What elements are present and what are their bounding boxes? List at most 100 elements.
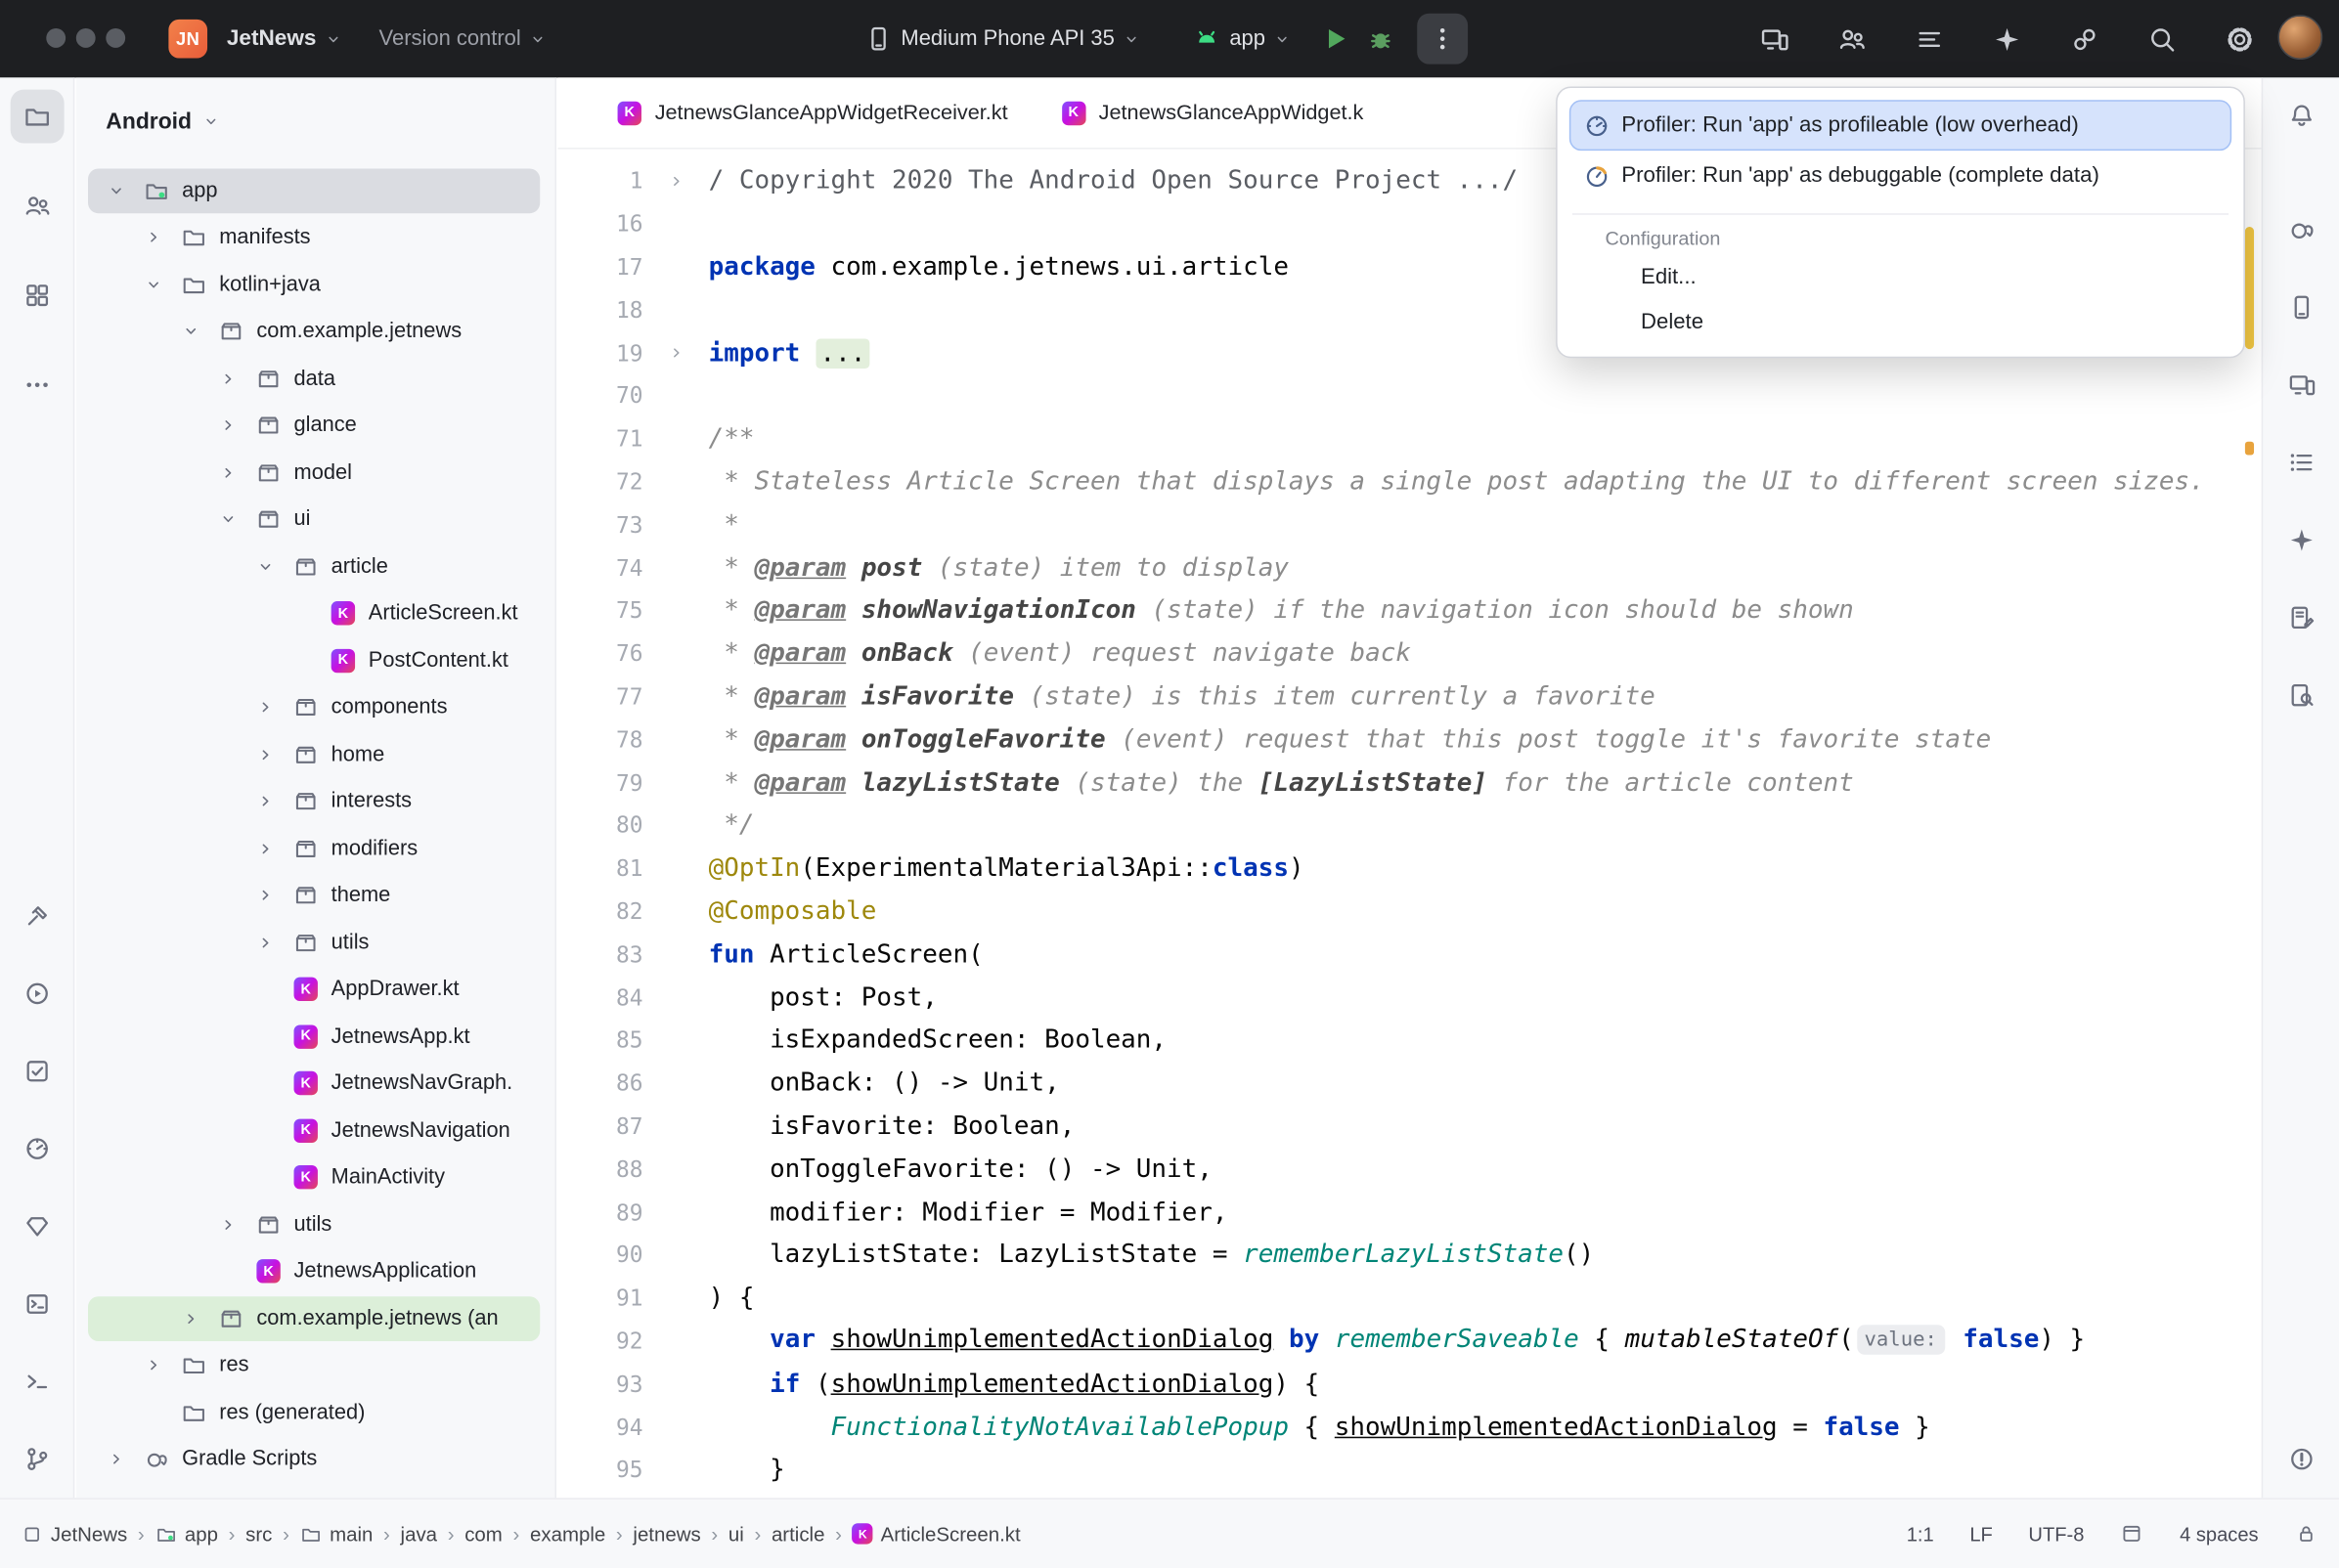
tool-window-app-insights-button[interactable] [2274, 669, 2328, 722]
tool-window-device-manager-button[interactable] [2274, 281, 2328, 334]
tree-row[interactable]: KMainActivity [76, 1154, 555, 1200]
editor-widget-icon[interactable] [2120, 1522, 2143, 1546]
window-close-button[interactable] [46, 28, 66, 48]
tool-window-gradle-button[interactable] [2274, 203, 2328, 257]
lock-icon[interactable] [2294, 1522, 2317, 1546]
tool-window-app-inspection-button[interactable] [11, 967, 65, 1021]
line-separator[interactable]: LF [1969, 1522, 1992, 1545]
code-with-me-button[interactable] [1829, 14, 1874, 65]
tree-row[interactable]: theme [76, 872, 555, 919]
main-menu-button[interactable] [1907, 14, 1952, 65]
tool-window-terminal-button[interactable] [11, 1355, 65, 1409]
caret-position[interactable]: 1:1 [1907, 1522, 1934, 1545]
fold-arrow-icon[interactable] [642, 171, 708, 191]
tree-row[interactable]: utils [76, 1201, 555, 1248]
tree-row[interactable]: res (generated) [76, 1389, 555, 1436]
chevron-right-icon[interactable] [103, 1449, 129, 1469]
project-menu-button[interactable]: JetNews [221, 15, 349, 63]
tool-window-more-tool-windows-button[interactable] [11, 358, 65, 412]
tree-row[interactable]: res [76, 1342, 555, 1389]
tree-row[interactable]: KAppDrawer.kt [76, 966, 555, 1013]
tool-window-logcat-button[interactable] [11, 1277, 65, 1330]
tool-window-running-devices-button[interactable] [2274, 358, 2328, 412]
tool-window-project-button[interactable] [11, 90, 65, 144]
tree-row[interactable]: KJetnewsApp.kt [76, 1013, 555, 1060]
tree-row[interactable]: KJetnewsApplication [76, 1248, 555, 1295]
indent-style[interactable]: 4 spaces [2180, 1522, 2259, 1545]
tool-window-todo-button[interactable] [11, 1044, 65, 1098]
tool-window-structure-button[interactable] [2274, 436, 2328, 490]
debug-button[interactable] [1358, 14, 1403, 65]
chevron-right-icon[interactable] [215, 415, 242, 436]
tool-window-version-control-button[interactable] [11, 1432, 65, 1486]
tree-row[interactable]: components [76, 684, 555, 731]
tool-window-resource-manager-button[interactable] [11, 269, 65, 323]
breadcrumb-item[interactable]: app [154, 1522, 218, 1545]
chevron-down-icon[interactable] [252, 556, 279, 577]
file-encoding[interactable]: UTF-8 [2028, 1522, 2084, 1545]
tree-row[interactable]: com.example.jetnews [76, 308, 555, 355]
breadcrumb-item[interactable]: ui [728, 1522, 744, 1545]
popup-action-delete[interactable]: Delete [1569, 300, 2231, 345]
running-devices-button[interactable] [1751, 14, 1796, 65]
tree-row[interactable]: utils [76, 919, 555, 966]
tree-row[interactable]: interests [76, 778, 555, 825]
tree-row[interactable]: modifiers [76, 825, 555, 872]
fold-arrow-icon[interactable] [642, 343, 708, 363]
chevron-down-icon[interactable] [140, 274, 166, 294]
tree-row[interactable]: glance [76, 402, 555, 449]
breadcrumb-item[interactable]: KArticleScreen.kt [853, 1522, 1021, 1545]
chevron-right-icon[interactable] [215, 369, 242, 389]
breadcrumb-item[interactable]: article [772, 1522, 825, 1545]
tool-window-gemini-button[interactable] [2274, 513, 2328, 567]
chevron-right-icon[interactable] [215, 462, 242, 483]
device-selector-button[interactable]: Medium Phone API 35 [858, 15, 1147, 63]
tool-window-build-button[interactable] [11, 890, 65, 943]
chevron-right-icon[interactable] [252, 885, 279, 905]
chevron-right-icon[interactable] [215, 1214, 242, 1235]
breadcrumb-item[interactable]: example [530, 1522, 605, 1545]
scrollbar-warning-tick[interactable] [2245, 442, 2254, 456]
chevron-right-icon[interactable] [252, 744, 279, 764]
tool-window-problems-button[interactable] [2274, 1432, 2328, 1486]
tool-window-app-quality-insights-button[interactable] [11, 1199, 65, 1253]
tree-row[interactable]: kotlin+java [76, 261, 555, 308]
scrollbar-warning-stripe[interactable] [2245, 227, 2254, 349]
breadcrumb-item[interactable]: java [401, 1522, 437, 1545]
popup-action-edit[interactable]: Edit... [1569, 255, 2231, 300]
tree-row[interactable]: home [76, 731, 555, 778]
tree-row[interactable]: app [76, 167, 555, 214]
chevron-right-icon[interactable] [252, 932, 279, 952]
tree-row[interactable]: data [76, 355, 555, 402]
chevron-right-icon[interactable] [252, 697, 279, 718]
tool-window-layout-inspector-button[interactable] [2274, 590, 2328, 644]
editor-tab[interactable]: KJetnewsGlanceAppWidgetReceiver.kt [591, 77, 1035, 149]
chevron-down-icon[interactable] [215, 509, 242, 530]
tree-row[interactable]: KJetnewsNavGraph. [76, 1060, 555, 1107]
tree-row[interactable]: KJetnewsNavigation [76, 1107, 555, 1154]
tree-row[interactable]: KPostContent.kt [76, 637, 555, 684]
popup-item-profiler-debuggable[interactable]: Profiler: Run 'app' as debuggable (compl… [1569, 151, 2231, 201]
tool-window-profiler-button[interactable] [11, 1122, 65, 1176]
share-button[interactable] [2061, 14, 2106, 65]
tree-row[interactable]: model [76, 449, 555, 496]
breadcrumb-item[interactable]: main [300, 1522, 374, 1545]
tree-row[interactable]: article [76, 544, 555, 590]
search-everywhere-button[interactable] [2140, 14, 2185, 65]
tool-window-notifications-button[interactable] [2274, 90, 2328, 144]
chevron-right-icon[interactable] [178, 1308, 204, 1328]
project-view-selector[interactable]: Android [76, 77, 555, 164]
chevron-right-icon[interactable] [140, 1355, 166, 1375]
window-minimize-button[interactable] [76, 28, 96, 48]
popup-item-profiler-low-overhead[interactable]: Profiler: Run 'app' as profileable (low … [1569, 100, 2231, 151]
user-avatar[interactable] [2277, 15, 2322, 60]
tree-row[interactable]: manifests [76, 214, 555, 261]
chevron-down-icon[interactable] [178, 322, 204, 342]
breadcrumb-item[interactable]: jetnews [633, 1522, 700, 1545]
run-button[interactable] [1313, 14, 1358, 65]
breadcrumb-item[interactable]: com [464, 1522, 503, 1545]
chevron-right-icon[interactable] [140, 227, 166, 247]
version-control-menu-button[interactable]: Version control [373, 15, 553, 63]
settings-button[interactable] [2217, 14, 2262, 65]
chevron-right-icon[interactable] [252, 838, 279, 858]
